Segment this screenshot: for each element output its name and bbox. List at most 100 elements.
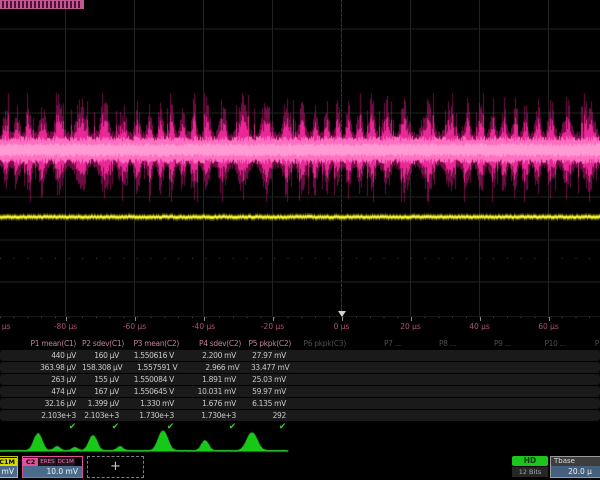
measure-value-cell [457, 410, 512, 421]
measure-column-header[interactable]: P10 ... [517, 338, 572, 349]
measure-value-cell: 1.550084 V [125, 374, 180, 385]
channel-c2-descriptor-box[interactable]: C2 ERES DC1M 10.0 mV [22, 456, 83, 478]
axis-tick [66, 317, 67, 321]
axis-tick [273, 317, 274, 321]
channel-c1-descriptor-box[interactable]: DC1M 0 mV [0, 456, 18, 478]
measure-value-cell [460, 362, 515, 373]
axis-label: 40 µs [469, 322, 490, 331]
measure-value-cell [292, 410, 347, 421]
measure-value-cell [347, 386, 402, 397]
measure-value-cell [512, 398, 567, 409]
waveform-display-area[interactable] [0, 0, 600, 317]
c2-coupling-badge: DC1M [57, 458, 75, 466]
measure-value-cell: 160 µV [82, 350, 125, 361]
measure-column-header[interactable]: P1 mean(C1) [0, 338, 82, 349]
measure-data-row: 363.98 µV158.308 µV1.557591 V2.966 mV33.… [0, 362, 600, 373]
measure-value-cell [402, 386, 457, 397]
measure-value-cell [512, 350, 567, 361]
top-left-pink-tab-fragment[interactable] [0, 0, 84, 9]
axis-label: -20 µs [261, 322, 284, 331]
measure-value-cell: 1.330 mV [125, 398, 180, 409]
measure-value-cell [567, 398, 600, 409]
measure-value-cell: 2.103e+3 [0, 410, 82, 421]
measure-value-cell [567, 410, 600, 421]
measure-data-row: 32.16 µV1.399 µV1.330 mV1.676 mV6.135 mV [0, 398, 600, 409]
measure-value-cell [457, 350, 512, 361]
measure-column-header[interactable]: P2 sdev(C1) [82, 338, 130, 349]
measure-column-header[interactable]: P9 ... [462, 338, 517, 349]
measure-value-cell: 25.03 mV [242, 374, 292, 385]
measure-value-cell: 10.031 mV [180, 386, 242, 397]
measure-column-header[interactable]: P6 pkpk(C3) [297, 338, 352, 349]
axis-tick [204, 317, 205, 321]
measure-value-cell: 1.891 mV [180, 374, 242, 385]
measure-value-cell [347, 374, 402, 385]
measure-value-cell [292, 398, 347, 409]
measure-column-header[interactable]: P7 ... [352, 338, 407, 349]
hd-mode-indicator[interactable]: HD 12 Bits [512, 456, 548, 478]
hd-bits-label: 12 Bits [512, 467, 548, 477]
axis-label: -100 µs [0, 322, 11, 331]
measure-value-cell: 27.97 mV [242, 350, 292, 361]
c2-channel-badge: C2 [23, 458, 38, 466]
measure-value-cell [402, 410, 457, 421]
measure-data-row: 263 µV155 µV1.550084 V1.891 mV25.03 mV [0, 374, 600, 385]
axis-label: 0 µs [334, 322, 350, 331]
measure-value-cell: 33.477 mV [245, 362, 295, 373]
timebase-axis: -100 µs-80 µs-60 µs-40 µs-20 µs0 µs20 µs… [0, 317, 600, 334]
measure-value-cell: 1.550616 V [125, 350, 180, 361]
measure-value-cell [567, 374, 600, 385]
measure-value-cell [350, 362, 405, 373]
c2-eres-badge: ERES [39, 458, 55, 466]
c1-vertical-scale-value: 0 mV [0, 466, 17, 477]
measure-value-cell [457, 374, 512, 385]
measure-value-cell: 1.730e+3 [180, 410, 242, 421]
measure-value-cell [567, 350, 600, 361]
axis-minor-ticks [0, 317, 600, 318]
measure-column-header[interactable]: P5 pkpk(C2) [247, 338, 297, 349]
measure-value-cell [457, 386, 512, 397]
axis-label: 60 µs [538, 322, 559, 331]
c2-vertical-scale-value: 10.0 mV [23, 466, 82, 477]
add-channel-button[interactable]: + [87, 456, 144, 478]
hd-badge: HD [512, 456, 548, 466]
measure-value-cell [515, 362, 570, 373]
measure-value-cell: 2.200 mV [180, 350, 242, 361]
measure-column-header[interactable]: P [572, 338, 600, 349]
measure-column-header[interactable]: P3 mean(C2) [130, 338, 185, 349]
trigger-position-marker[interactable] [338, 311, 346, 317]
measure-value-cell: 263 µV [0, 374, 82, 385]
measure-value-cell [292, 374, 347, 385]
measure-value-cell [570, 362, 600, 373]
measure-value-cell: 158.308 µV [82, 362, 128, 373]
measure-value-cell: 167 µV [82, 386, 125, 397]
measure-value-cell [347, 410, 402, 421]
measure-value-cell [402, 398, 457, 409]
measurement-table: P1 mean(C1)P2 sdev(C1)P3 mean(C2)P4 sdev… [0, 338, 600, 434]
measure-value-cell: 59.97 mV [242, 386, 292, 397]
measure-value-cell [402, 350, 457, 361]
oscilloscope-screen: -100 µs-80 µs-60 µs-40 µs-20 µs0 µs20 µs… [0, 0, 600, 480]
measure-value-cell [512, 374, 567, 385]
measure-value-cell: 155 µV [82, 374, 125, 385]
axis-label: -80 µs [54, 322, 77, 331]
axis-label: -60 µs [123, 322, 146, 331]
axis-tick [342, 317, 343, 321]
measure-value-cell: 363.98 µV [0, 362, 82, 373]
timebase-title: Tbase [551, 457, 600, 466]
measure-data-row: 474 µV167 µV1.550645 V10.031 mV59.97 mV [0, 386, 600, 397]
measure-value-cell [347, 398, 402, 409]
measure-value-cell [292, 350, 347, 361]
measure-value-cell: 1.550645 V [125, 386, 180, 397]
measure-value-cell: 1.730e+3 [125, 410, 180, 421]
waveform-traces-canvas [0, 0, 600, 317]
measure-value-cell: 1.557591 V [128, 362, 183, 373]
measure-value-cell [512, 410, 567, 421]
axis-tick [480, 317, 481, 321]
axis-tick [411, 317, 412, 321]
measure-column-header[interactable]: P4 sdev(C2) [185, 338, 247, 349]
measure-value-cell: 1.676 mV [180, 398, 242, 409]
measure-value-cell: 6.135 mV [242, 398, 292, 409]
timebase-descriptor-box[interactable]: Tbase 20.0 µ [550, 456, 600, 478]
measure-column-header[interactable]: P8 ... [407, 338, 462, 349]
